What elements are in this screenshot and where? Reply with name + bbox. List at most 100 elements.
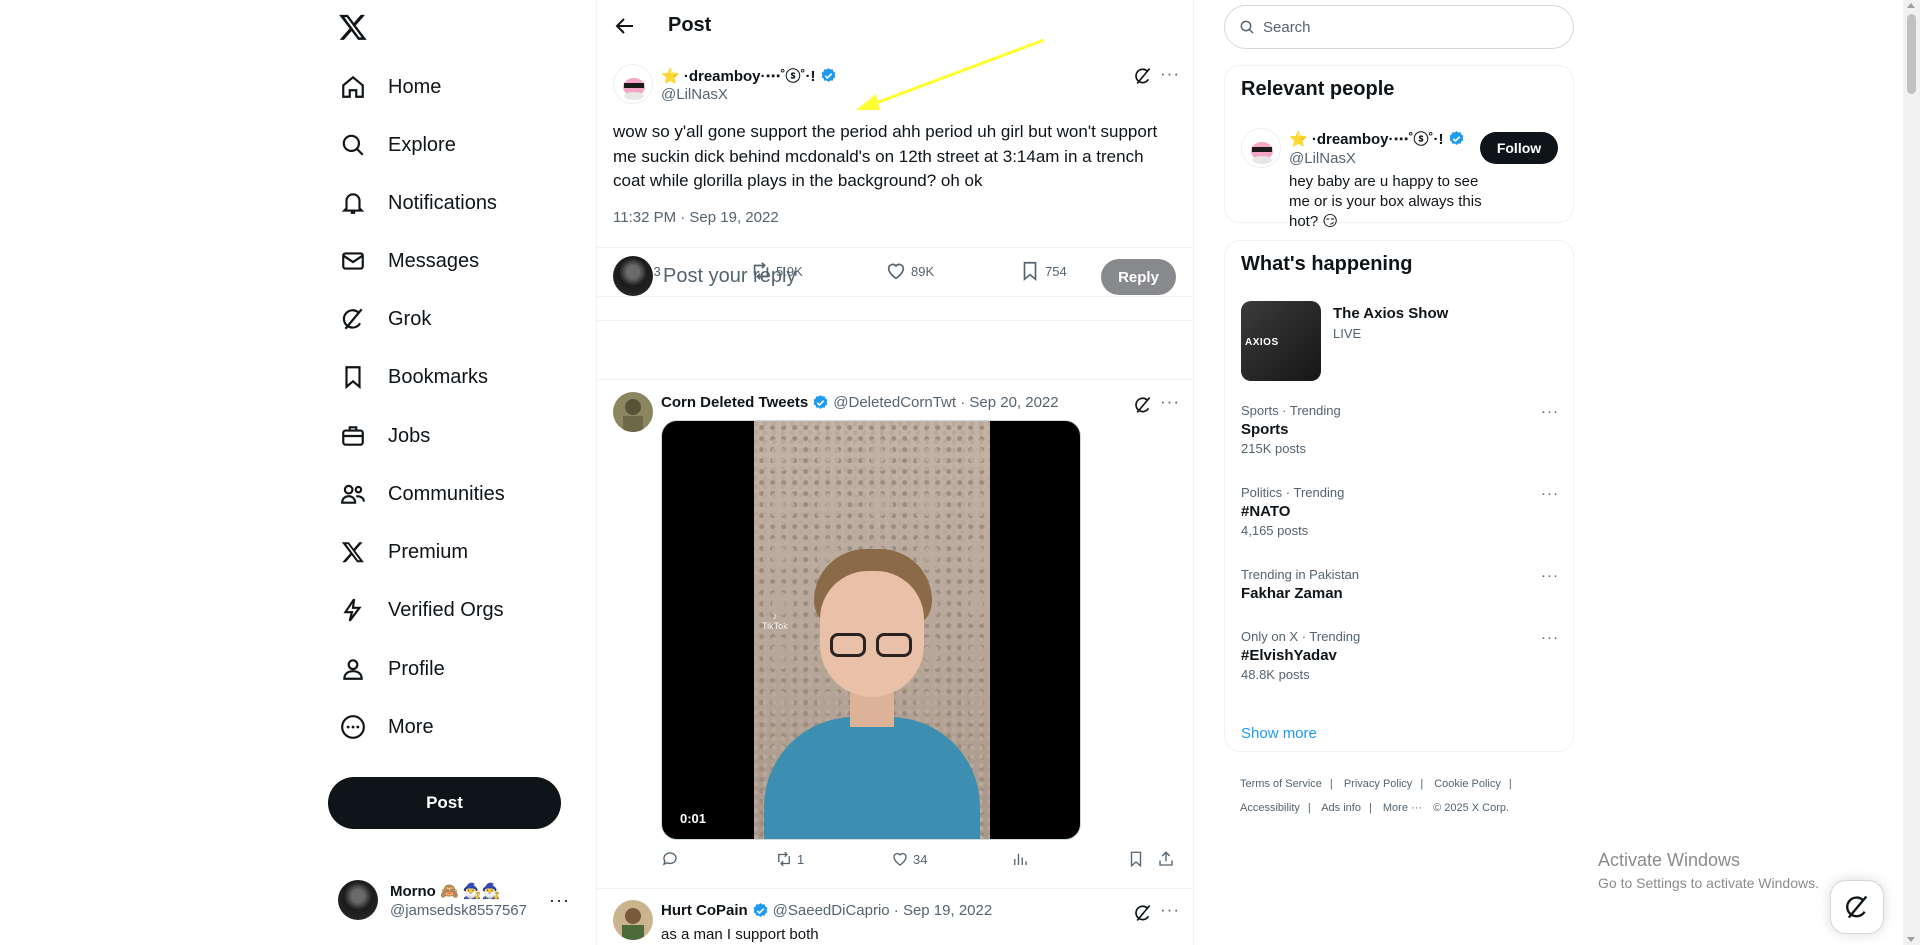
back-arrow-icon[interactable] bbox=[613, 14, 637, 38]
trend-name: Sports bbox=[1241, 421, 1289, 438]
grok-icon[interactable] bbox=[1133, 66, 1153, 86]
trend-item[interactable]: Sports · Trending Sports 215K posts ··· bbox=[1241, 403, 1559, 456]
video-timestamp: 0:01 bbox=[680, 811, 707, 826]
scroll-up-arrow-icon[interactable] bbox=[1907, 3, 1915, 8]
more-dots-icon[interactable]: ··· bbox=[1160, 64, 1180, 84]
more-dots-icon[interactable]: ··· bbox=[549, 890, 570, 911]
like-action[interactable]: 34 bbox=[891, 850, 927, 868]
search-bar[interactable] bbox=[1224, 5, 1574, 49]
avatar[interactable] bbox=[613, 64, 653, 104]
account-switcher[interactable]: Morno 🙈 🧙‍♂️🧙‍♂️ @jamsedsk8557567 ··· bbox=[338, 876, 578, 924]
nav-item-home[interactable]: Home bbox=[328, 61, 453, 113]
more-dots-icon[interactable]: ··· bbox=[1541, 485, 1559, 502]
nav-item-premium[interactable]: Premium bbox=[328, 526, 480, 578]
scrollbar[interactable] bbox=[1903, 0, 1920, 945]
divider bbox=[597, 379, 1193, 380]
footer-link[interactable]: Cookie Policy bbox=[1434, 778, 1501, 790]
person-name[interactable]: ⭐ ·dreamboy·⋯˚ⓢ˚·! bbox=[1289, 128, 1465, 149]
more-dots-icon[interactable]: ··· bbox=[1541, 567, 1559, 584]
footer-link[interactable]: Ads info bbox=[1321, 802, 1361, 814]
live-thumbnail[interactable]: AXIOS bbox=[1241, 301, 1321, 381]
follow-button[interactable]: Follow bbox=[1480, 132, 1558, 164]
trend-count: 215K posts bbox=[1241, 441, 1307, 456]
nav-item-messages[interactable]: Messages bbox=[328, 235, 491, 287]
trend-item[interactable]: Politics · Trending #NATO 4,165 posts ··… bbox=[1241, 485, 1559, 538]
nav-item-notifications[interactable]: Notifications bbox=[328, 177, 509, 229]
x-logo-icon[interactable] bbox=[338, 12, 368, 42]
views-action[interactable] bbox=[1011, 850, 1033, 868]
nav-item-explore[interactable]: Explore bbox=[328, 119, 468, 171]
live-badge: LIVE bbox=[1333, 326, 1362, 341]
more-dots-icon[interactable]: ··· bbox=[1541, 629, 1559, 646]
avatar[interactable] bbox=[613, 392, 653, 432]
trend-name: #ElvishYadav bbox=[1241, 647, 1337, 664]
nav-label: Messages bbox=[388, 249, 480, 272]
grok-floating-button[interactable] bbox=[1830, 880, 1884, 934]
more-dots-icon[interactable]: ··· bbox=[1160, 392, 1180, 412]
verified-badge-icon bbox=[1449, 131, 1463, 145]
author-handle[interactable]: @LilNasX bbox=[661, 86, 728, 103]
share-action[interactable] bbox=[1157, 850, 1179, 868]
author-meta[interactable]: @SaeedDiCaprio · Sep 19, 2022 bbox=[773, 902, 993, 919]
briefcase-icon bbox=[340, 423, 366, 449]
reply-button[interactable]: Reply bbox=[1101, 259, 1176, 295]
scroll-down-arrow-icon[interactable] bbox=[1907, 937, 1915, 942]
watermark-subtitle: Go to Settings to activate Windows. bbox=[1598, 875, 1819, 891]
author-meta[interactable]: @DeletedCornTwt · Sep 20, 2022 bbox=[833, 394, 1058, 411]
more-dots-icon[interactable]: ··· bbox=[1160, 900, 1180, 920]
avatar[interactable] bbox=[613, 900, 653, 940]
nav-item-jobs[interactable]: Jobs bbox=[328, 410, 442, 462]
reply-input[interactable]: Post your reply bbox=[663, 265, 796, 288]
author-name[interactable]: Hurt CoPain bbox=[661, 902, 748, 919]
avatar[interactable] bbox=[1241, 128, 1281, 168]
repost-icon bbox=[778, 851, 790, 867]
footer-link[interactable]: Terms of Service bbox=[1240, 778, 1322, 790]
search-icon bbox=[1240, 20, 1254, 34]
video-player[interactable]: ♪ TikTok 0:01 bbox=[661, 420, 1081, 840]
account-info: Morno 🙈 🧙‍♂️🧙‍♂️ @jamsedsk8557567 bbox=[390, 882, 527, 919]
show-more-link[interactable]: Show more bbox=[1241, 725, 1317, 742]
nav-label: Verified Orgs bbox=[388, 598, 504, 621]
footer-link[interactable]: More ··· bbox=[1383, 802, 1422, 814]
bell-icon bbox=[340, 190, 366, 216]
nav-item-communities[interactable]: Communities bbox=[328, 468, 517, 520]
bookmark-action[interactable] bbox=[1127, 850, 1149, 868]
nav-item-more[interactable]: More bbox=[328, 701, 446, 753]
share-icon bbox=[1159, 851, 1173, 866]
nav-item-bookmarks[interactable]: Bookmarks bbox=[328, 351, 500, 403]
footer-link[interactable]: Accessibility bbox=[1240, 802, 1300, 814]
windows-activation-watermark: Activate Windows Go to Settings to activ… bbox=[1598, 850, 1819, 891]
trend-count: 48.8K posts bbox=[1241, 667, 1310, 682]
repost-action[interactable]: 1 bbox=[775, 850, 804, 868]
reply-text: as a man I support both bbox=[661, 926, 819, 943]
reply-action[interactable] bbox=[661, 850, 683, 868]
trend-item[interactable]: Only on X · Trending #ElvishYadav 48.8K … bbox=[1241, 629, 1559, 682]
nav-label: Home bbox=[388, 75, 442, 98]
left-nav: Home Explore Notifications Messages Grok… bbox=[328, 0, 596, 945]
more-dots-icon[interactable]: ··· bbox=[1541, 403, 1559, 420]
post-button[interactable]: Post bbox=[328, 777, 561, 829]
nav-label: Jobs bbox=[388, 424, 431, 447]
divider bbox=[597, 888, 1193, 889]
footer-link[interactable]: Privacy Policy bbox=[1344, 778, 1412, 790]
nav-item-verified-orgs[interactable]: Verified Orgs bbox=[328, 584, 516, 636]
nav-item-profile[interactable]: Profile bbox=[328, 643, 457, 695]
live-title[interactable]: The Axios Show bbox=[1333, 305, 1448, 322]
home-icon bbox=[340, 74, 366, 100]
nav-item-grok[interactable]: Grok bbox=[328, 293, 443, 345]
trend-item[interactable]: Trending in Pakistan Fakhar Zaman ··· bbox=[1241, 567, 1559, 602]
person-handle[interactable]: @LilNasX bbox=[1289, 150, 1356, 167]
live-thumbnail-text: AXIOS bbox=[1245, 337, 1279, 348]
account-name: Morno 🙈 🧙‍♂️🧙‍♂️ bbox=[390, 882, 501, 900]
tweet-timestamp[interactable]: 11:32 PM · Sep 19, 2022 bbox=[613, 209, 779, 226]
trend-name: #NATO bbox=[1241, 503, 1291, 520]
reply-icon bbox=[662, 852, 677, 866]
author-name[interactable]: Corn Deleted Tweets bbox=[661, 394, 808, 411]
grok-icon[interactable] bbox=[1133, 395, 1153, 415]
grok-icon[interactable] bbox=[1133, 903, 1153, 923]
search-input[interactable] bbox=[1263, 18, 1543, 36]
lightning-icon bbox=[340, 597, 366, 623]
author-name[interactable]: ⭐ ·dreamboy·⋯˚ⓢ˚·! bbox=[661, 65, 837, 86]
scrollbar-thumb[interactable] bbox=[1907, 14, 1916, 94]
avatar bbox=[338, 880, 378, 920]
